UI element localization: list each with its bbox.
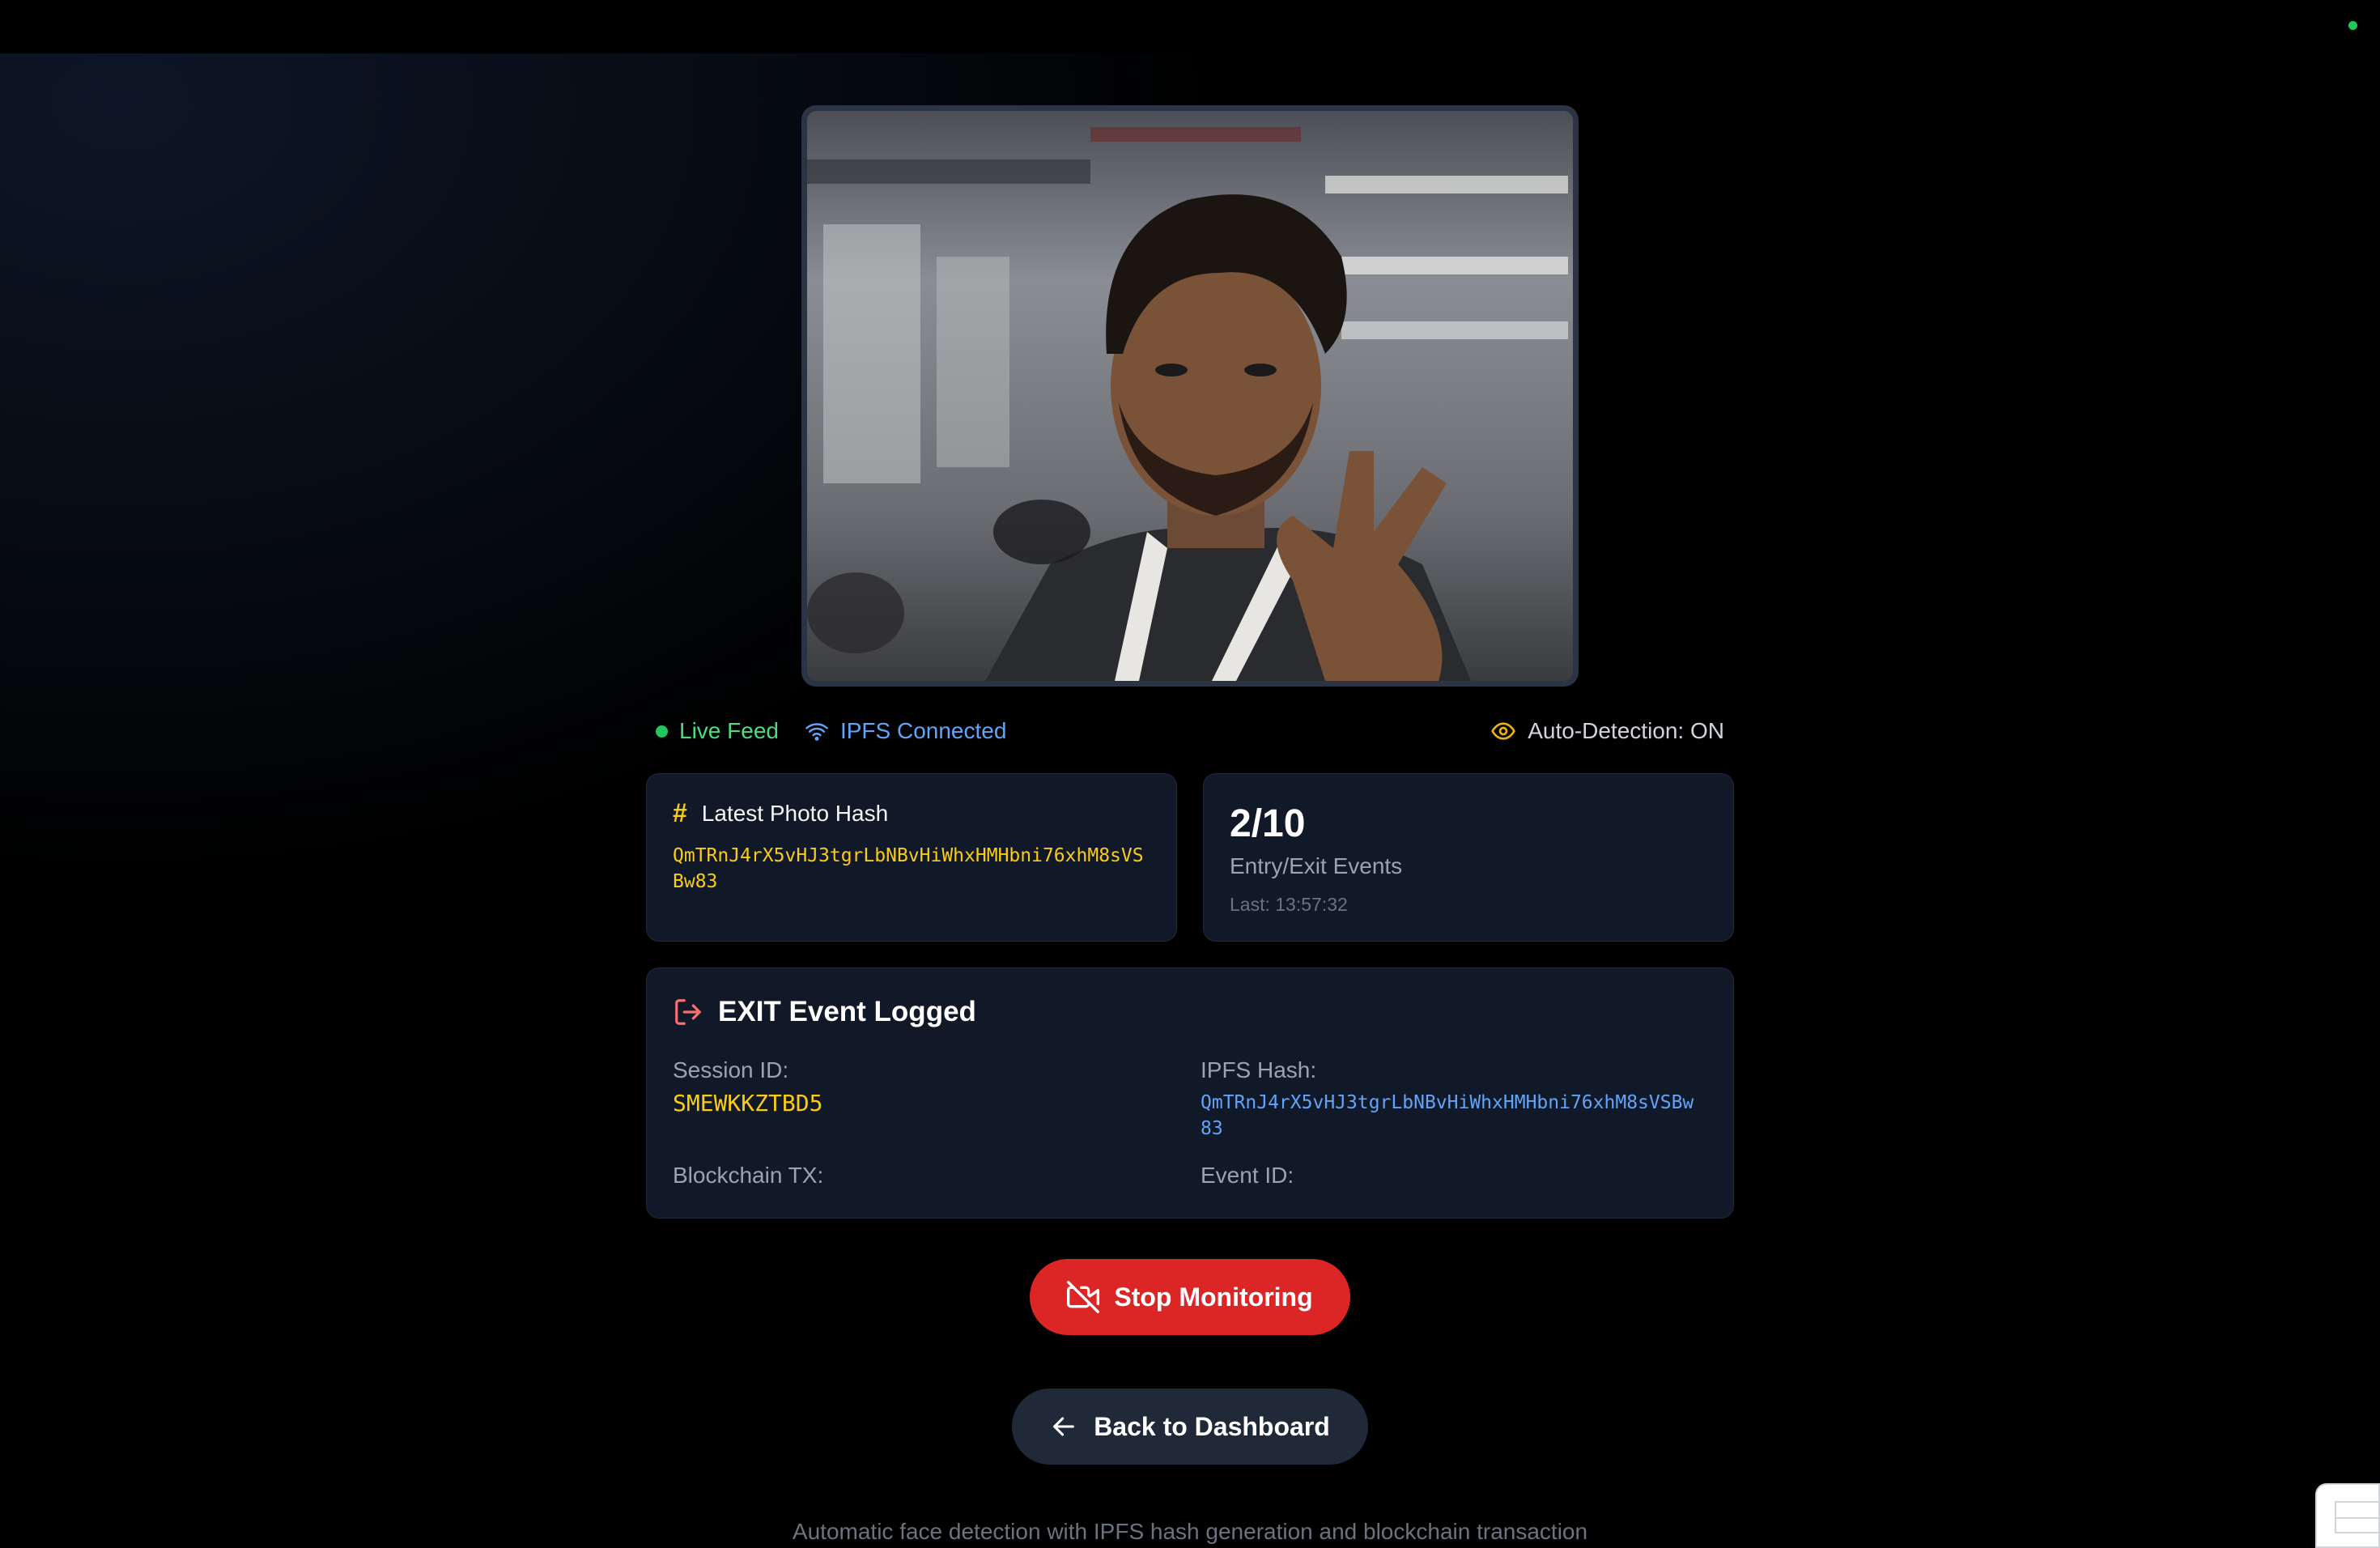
exit-event-details: Session ID: SMEWKKZTBD5 IPFS Hash: QmTRn…: [673, 1057, 1707, 1189]
events-card: 2/10 Entry/Exit Events Last: 13:57:32: [1203, 773, 1734, 942]
arrow-left-icon: [1053, 1417, 1075, 1436]
ipfs-status-label: IPFS Connected: [839, 718, 1007, 743]
live-feed-status: Live Feed: [656, 718, 779, 744]
wifi-icon: [805, 723, 828, 741]
exit-event-title: EXIT Event Logged: [718, 996, 976, 1027]
latest-photo-hash-card: # Latest Photo Hash QmTRnJ4rX5vHJ3tgrLbN…: [646, 773, 1177, 942]
exit-event-card: EXIT Event Logged Session ID: SMEWKKZTBD…: [646, 968, 1734, 1218]
back-to-dashboard-button[interactable]: Back to Dashboard: [1012, 1389, 1368, 1465]
stop-monitoring-label: Stop Monitoring: [1114, 1282, 1313, 1312]
live-feed-label: Live Feed: [679, 718, 779, 743]
status-dot-icon: [656, 725, 668, 738]
session-id-label: Session ID:: [673, 1057, 789, 1082]
hash-card-title: Latest Photo Hash: [701, 800, 889, 826]
camera-image: [807, 111, 1573, 681]
logout-icon: [675, 999, 701, 1025]
footer-description: Automatic face detection with IPFS hash …: [792, 1519, 1588, 1544]
hash-icon: #: [673, 798, 687, 827]
session-id-field: Session ID: SMEWKKZTBD5: [673, 1057, 1201, 1142]
exit-event-header: EXIT Event Logged: [673, 996, 1707, 1028]
events-label: Entry/Exit Events: [1230, 853, 1403, 878]
camera-feed: [801, 105, 1579, 687]
widget-icon: [2335, 1501, 2380, 1533]
ipfs-hash-field: IPFS Hash: QmTRnJ4rX5vHJ3tgrLbNBvHiWhxHM…: [1201, 1057, 1702, 1142]
auto-detection-label: Auto-Detection: ON: [1528, 718, 1724, 743]
corner-widget[interactable]: [2315, 1483, 2380, 1548]
back-to-dashboard-label: Back to Dashboard: [1094, 1411, 1330, 1441]
camera-status-row: Live Feed IPFS Connected Auto-Detection:…: [656, 714, 1724, 748]
status-dot-icon: [2348, 21, 2357, 30]
events-last-time: Last: 13:57:32: [1230, 894, 1348, 915]
latest-photo-hash-value: QmTRnJ4rX5vHJ3tgrLbNBvHiWhxHMHbni76xhM8s…: [673, 845, 1144, 892]
ipfs-status: IPFS Connected: [805, 718, 1006, 744]
blockchain-tx-field: Blockchain TX:: [673, 1163, 1201, 1189]
session-id-value: SMEWKKZTBD5: [673, 1090, 823, 1116]
ipfs-hash-label: IPFS Hash:: [1201, 1057, 1317, 1082]
eye-icon: [1491, 722, 1516, 740]
event-id-field: Event ID:: [1201, 1163, 1702, 1189]
blockchain-tx-label: Blockchain TX:: [673, 1163, 824, 1188]
hash-card-header: # Latest Photo Hash: [673, 798, 1150, 828]
auto-detection-status: Auto-Detection: ON: [1490, 718, 1724, 744]
camera-off-icon: [1067, 1281, 1100, 1313]
event-id-label: Event ID:: [1201, 1163, 1294, 1188]
events-count: 2/10: [1230, 802, 1306, 845]
stop-monitoring-button[interactable]: Stop Monitoring: [1030, 1259, 1350, 1335]
ipfs-hash-value: QmTRnJ4rX5vHJ3tgrLbNBvHiWhxHMHbni76xhM8s…: [1201, 1092, 1694, 1139]
person-photo: [807, 111, 1573, 681]
top-bar: [0, 0, 2380, 53]
